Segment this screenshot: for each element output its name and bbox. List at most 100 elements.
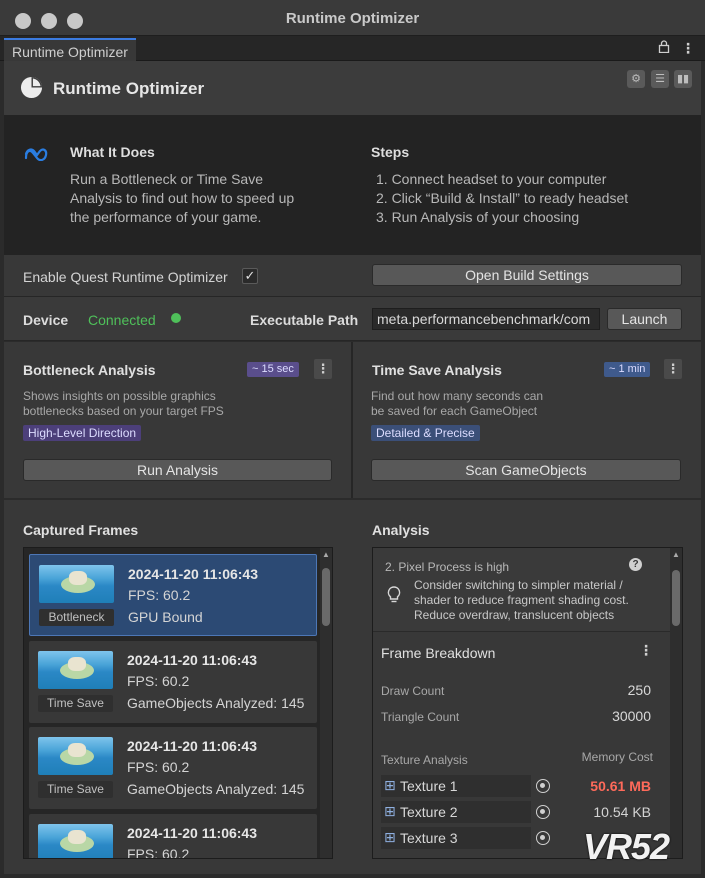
frame-type-tag: Bottleneck	[39, 609, 114, 626]
issue-card: 2. Pixel Process is high ? Consider swit…	[373, 548, 670, 632]
book-icon[interactable]: ▮▮	[674, 70, 692, 88]
timesave-title: Time Save Analysis	[372, 362, 502, 378]
timesave-time-badge: ~ 1 min	[604, 362, 651, 377]
lock-icon[interactable]	[658, 40, 670, 56]
timesave-panel: Time Save Analysis ~ 1 min ⋮ Find out ho…	[353, 342, 701, 498]
frame-thumbnail	[38, 824, 113, 858]
lightbulb-icon	[387, 586, 401, 603]
bottleneck-menu-icon[interactable]: ⋮	[314, 359, 332, 379]
texture-grid-icon: ⊞	[384, 803, 396, 819]
open-build-settings-button[interactable]: Open Build Settings	[372, 264, 682, 286]
steps-heading: Steps	[371, 144, 410, 160]
texture-analysis-label: Texture Analysis	[381, 753, 468, 767]
bottleneck-time-badge: ~ 15 sec	[247, 362, 299, 377]
executable-path-field[interactable]: meta.performancebenchmark/com	[372, 308, 600, 330]
texture-grid-icon: ⊞	[384, 829, 396, 845]
frame-item[interactable]: Bottleneck 2024-11-20 11:06:43 FPS: 60.2…	[29, 554, 317, 636]
bottleneck-panel: Bottleneck Analysis ~ 15 sec ⋮ Shows ins…	[4, 342, 351, 498]
texture-grid-icon: ⊞	[384, 777, 396, 793]
draw-count-value: 250	[627, 682, 651, 698]
texture-target-icon[interactable]	[536, 779, 550, 793]
memory-cost-label: Memory Cost	[581, 750, 653, 764]
texture-name: Texture 1	[400, 778, 458, 794]
texture-target-icon[interactable]	[536, 805, 550, 819]
scan-gameobjects-button[interactable]: Scan GameObjects	[371, 459, 681, 481]
bottleneck-description: Shows insights on possible graphics bott…	[23, 389, 224, 418]
tab-bar: Runtime Optimizer ⋮	[0, 36, 705, 62]
help-icon[interactable]: ?	[629, 558, 642, 571]
draw-count-label: Draw Count	[381, 684, 445, 698]
meta-logo-icon	[24, 148, 48, 161]
window-titlebar: Runtime Optimizer	[0, 0, 705, 36]
connected-dot-icon	[171, 313, 181, 323]
steps-list: 1. Connect headset to your computer 2. C…	[376, 171, 629, 225]
timesave-tag: Detailed & Precise	[371, 425, 480, 441]
frame-fps: FPS: 60.2	[127, 846, 190, 859]
frame-note: GameObjects Analyzed: 145	[127, 695, 305, 711]
executable-path-label: Executable Path	[250, 312, 359, 328]
bottleneck-tag: High-Level Direction	[23, 425, 142, 441]
texture-row[interactable]: ⊞ Texture 2	[381, 801, 531, 823]
texture-cost: 10.54 KB	[593, 804, 651, 820]
scroll-up-icon[interactable]: ▲	[322, 550, 330, 559]
breakdown-menu-icon[interactable]: ⋮	[639, 642, 653, 659]
texture-name: Texture 3	[400, 830, 458, 846]
frame-item[interactable]: Time Save 2024-11-20 11:06:43 FPS: 60.2 …	[29, 727, 317, 809]
frame-date: 2024-11-20 11:06:43	[127, 652, 257, 668]
frame-thumbnail	[39, 565, 114, 603]
frames-scrollbar[interactable]: ▲	[320, 548, 332, 858]
runtime-optimizer-logo-icon	[20, 76, 43, 99]
texture-row[interactable]: ⊞ Texture 1	[381, 775, 531, 797]
bottleneck-title: Bottleneck Analysis	[23, 362, 156, 378]
scroll-up-icon[interactable]: ▲	[672, 550, 680, 559]
frame-item[interactable]: 2024-11-20 11:06:43 FPS: 60.2	[29, 814, 317, 859]
watermark-logo: VR52	[583, 826, 670, 867]
timesave-menu-icon[interactable]: ⋮	[664, 359, 682, 379]
page-title: Runtime Optimizer	[53, 79, 205, 98]
frames-scroll-thumb[interactable]	[322, 568, 330, 626]
frame-type-tag: Time Save	[38, 781, 113, 798]
frame-note: GameObjects Analyzed: 145	[127, 781, 305, 797]
issue-title: 2. Pixel Process is high	[385, 560, 510, 574]
frame-type-tag: Time Save	[38, 695, 113, 712]
frame-fps: FPS: 60.2	[127, 759, 190, 775]
device-status: Connected	[88, 312, 156, 328]
frame-item[interactable]: Time Save 2024-11-20 11:06:43 FPS: 60.2 …	[29, 641, 317, 723]
feedback-icon[interactable]: ☰	[651, 70, 669, 88]
frame-fps: FPS: 60.2	[127, 673, 190, 689]
device-row: Device Connected Executable Path meta.pe…	[4, 297, 701, 341]
texture-cost: 50.61 MB	[590, 778, 651, 794]
frame-thumbnail	[38, 737, 113, 775]
captured-frames-list[interactable]: Bottleneck 2024-11-20 11:06:43 FPS: 60.2…	[23, 547, 333, 859]
triangle-count-value: 30000	[612, 708, 651, 724]
what-it-does-heading: What It Does	[70, 144, 155, 160]
frame-breakdown-title: Frame Breakdown	[381, 645, 496, 661]
timesave-description: Find out how many seconds can be saved f…	[371, 389, 544, 418]
frame-date: 2024-11-20 11:06:43	[127, 738, 257, 754]
texture-target-icon[interactable]	[536, 831, 550, 845]
launch-button[interactable]: Launch	[607, 308, 682, 330]
info-section: What It Does Run a Bottleneck or Time Sa…	[4, 115, 701, 255]
triangle-count-label: Triangle Count	[381, 710, 460, 724]
tab-runtime-optimizer[interactable]: Runtime Optimizer	[4, 38, 136, 62]
analysis-panel: 2. Pixel Process is high ? Consider swit…	[372, 547, 683, 859]
enable-row: Enable Quest Runtime Optimizer ✓ Open Bu…	[4, 255, 701, 297]
frame-date: 2024-11-20 11:06:43	[127, 825, 257, 841]
window-title: Runtime Optimizer	[285, 10, 420, 27]
tab-menu-icon[interactable]: ⋮	[681, 40, 695, 57]
analysis-scrollbar[interactable]: ▲	[670, 548, 682, 858]
texture-name: Texture 2	[400, 804, 458, 820]
analysis-scroll-thumb[interactable]	[672, 570, 680, 626]
settings-icon[interactable]: ⚙	[627, 70, 645, 88]
texture-row[interactable]: ⊞ Texture 3	[381, 827, 531, 849]
device-label: Device	[23, 312, 69, 328]
header: Runtime Optimizer ⚙ ☰ ▮▮	[4, 61, 701, 115]
enable-label: Enable Quest Runtime Optimizer	[23, 269, 228, 285]
enable-checkbox[interactable]: ✓	[242, 268, 258, 284]
issue-text: Consider switching to simpler material /…	[414, 578, 629, 622]
frame-date: 2024-11-20 11:06:43	[128, 566, 258, 582]
frame-fps: FPS: 60.2	[128, 587, 191, 603]
analysis-heading: Analysis	[372, 522, 430, 538]
what-it-does-text: Run a Bottleneck or Time Save Analysis t…	[70, 171, 295, 225]
run-analysis-button[interactable]: Run Analysis	[23, 459, 332, 481]
